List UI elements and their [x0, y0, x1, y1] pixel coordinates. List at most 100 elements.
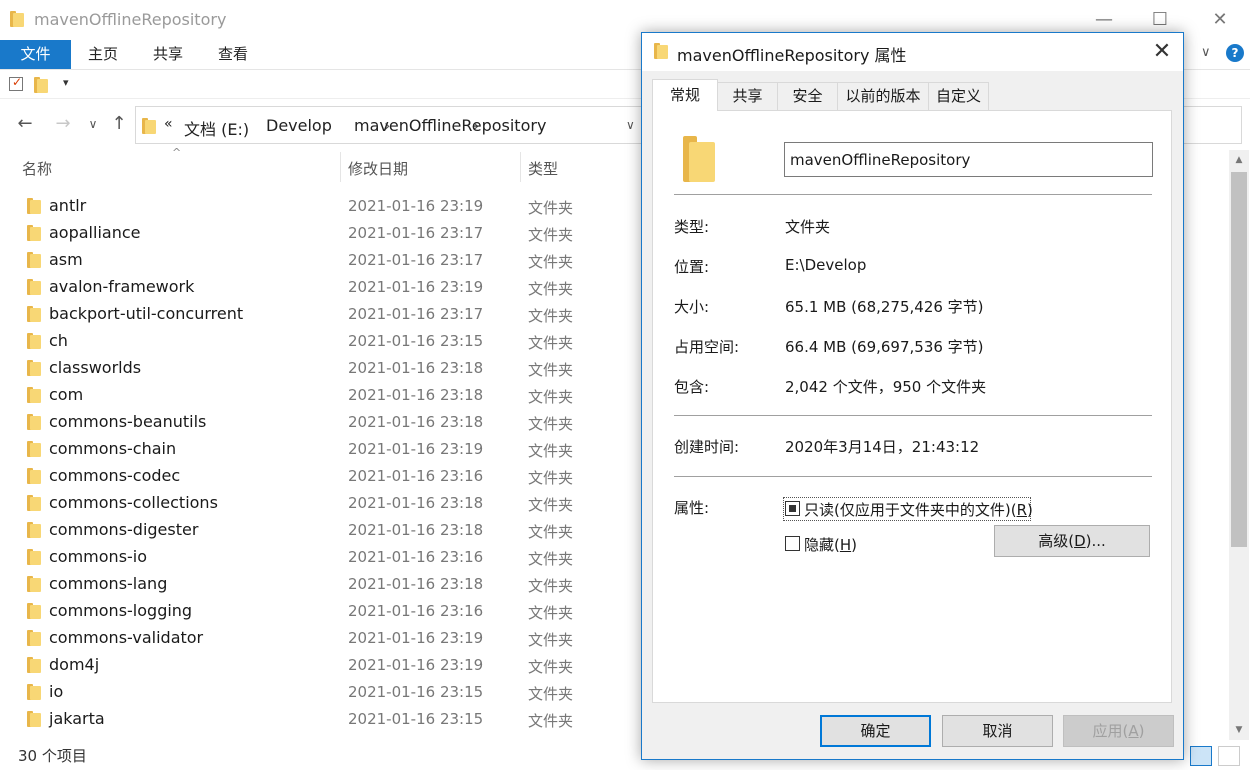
list-item[interactable]: commons-digester 2021-01-16 23:18 文件夹 — [0, 516, 640, 543]
type-value: 文件夹 — [785, 218, 831, 236]
list-item[interactable]: commons-codec 2021-01-16 23:16 文件夹 — [0, 462, 640, 489]
folder-name-input[interactable] — [784, 142, 1153, 177]
file-type: 文件夹 — [528, 415, 574, 433]
file-type: 文件夹 — [528, 469, 574, 487]
folder-icon — [27, 468, 41, 484]
folder-icon — [27, 387, 41, 403]
file-name: jakarta — [49, 709, 105, 728]
minimize-button[interactable]: — — [1084, 6, 1124, 34]
dialog-close-button[interactable]: ✕ — [1145, 37, 1179, 67]
size-on-disk-value: 66.4 MB (69,697,536 字节) — [785, 338, 984, 356]
column-divider[interactable] — [340, 152, 341, 182]
list-item[interactable]: commons-validator 2021-01-16 23:19 文件夹 — [0, 624, 640, 651]
tab-sharing[interactable]: 共享 — [717, 82, 778, 110]
properties-dialog: mavenOfflineRepository 属性 ✕ 常规 共享 安全 以前的… — [641, 32, 1184, 760]
search-box[interactable] — [1182, 106, 1242, 144]
list-item[interactable]: backport-util-concurrent 2021-01-16 23:17… — [0, 300, 640, 327]
address-overflow[interactable]: « — [164, 116, 173, 132]
file-name: commons-collections — [49, 493, 218, 512]
details-view-icon[interactable] — [1190, 746, 1212, 766]
folder-icon — [27, 603, 41, 619]
file-list: antlr 2021-01-16 23:19 文件夹 aopalliance 2021… — [0, 190, 640, 740]
new-folder-icon[interactable] — [34, 77, 48, 93]
tab-share[interactable]: 共享 — [143, 40, 193, 69]
scroll-up-icon[interactable]: ▲ — [1229, 150, 1249, 170]
breadcrumb-current[interactable]: mavenOfflineRepository — [354, 116, 546, 135]
tab-previous-versions[interactable]: 以前的版本 — [837, 82, 929, 110]
list-item[interactable]: commons-chain 2021-01-16 23:19 文件夹 — [0, 435, 640, 462]
file-date: 2021-01-16 23:15 — [348, 683, 484, 701]
column-name[interactable]: 名称 — [22, 158, 52, 179]
large-icons-view-icon[interactable] — [1218, 746, 1240, 766]
tab-general[interactable]: 常规 — [652, 79, 718, 111]
help-icon[interactable]: ? — [1226, 44, 1244, 62]
cancel-button[interactable]: 取消 — [942, 715, 1053, 747]
ok-button[interactable]: 确定 — [820, 715, 931, 747]
created-value: 2020年3月14日，21:43:12 — [785, 438, 980, 456]
file-name: com — [49, 385, 84, 404]
file-name: commons-lang — [49, 574, 168, 593]
column-divider[interactable] — [520, 152, 521, 182]
recent-locations-icon[interactable]: ∨ — [82, 112, 104, 136]
tab-home[interactable]: 主页 — [78, 40, 128, 69]
hidden-checkbox[interactable] — [785, 536, 800, 551]
scrollbar-thumb[interactable] — [1231, 172, 1247, 547]
list-item[interactable]: ch 2021-01-16 23:15 文件夹 — [0, 327, 640, 354]
list-item[interactable]: antlr 2021-01-16 23:19 文件夹 — [0, 192, 640, 219]
list-item[interactable]: jakarta 2021-01-16 23:15 文件夹 — [0, 705, 640, 732]
up-arrow-icon[interactable]: ↑ — [108, 112, 130, 136]
tab-file[interactable]: 文件 — [0, 40, 71, 69]
attributes-label: 属性: — [674, 499, 710, 517]
properties-icon[interactable]: ✓ — [9, 75, 23, 91]
column-date[interactable]: 修改日期 — [348, 158, 408, 179]
list-item[interactable]: aopalliance 2021-01-16 23:17 文件夹 — [0, 219, 640, 246]
file-type: 文件夹 — [528, 280, 574, 298]
dialog-title: mavenOfflineRepository 属性 — [677, 46, 907, 65]
folder-icon — [27, 441, 41, 457]
customize-toolbar-icon[interactable]: ▾ — [63, 76, 69, 89]
contains-label: 包含: — [674, 378, 710, 396]
tab-security[interactable]: 安全 — [777, 82, 838, 110]
list-item[interactable]: io 2021-01-16 23:15 文件夹 — [0, 678, 640, 705]
apply-button[interactable]: 应用(A) — [1063, 715, 1174, 747]
maximize-button[interactable]: ☐ — [1140, 6, 1180, 34]
list-item[interactable]: asm 2021-01-16 23:17 文件夹 — [0, 246, 640, 273]
readonly-checkbox[interactable] — [785, 501, 800, 516]
address-dropdown-icon[interactable]: ∨ — [626, 118, 635, 132]
close-button[interactable]: ✕ — [1200, 6, 1240, 34]
list-item[interactable]: commons-beanutils 2021-01-16 23:18 文件夹 — [0, 408, 640, 435]
chevron-down-icon[interactable]: ∨ — [1201, 45, 1211, 60]
list-item[interactable]: classworlds 2021-01-16 23:18 文件夹 — [0, 354, 640, 381]
folder-icon — [654, 43, 668, 59]
file-date: 2021-01-16 23:19 — [348, 197, 484, 215]
breadcrumb-develop[interactable]: Develop — [266, 116, 332, 135]
file-type: 文件夹 — [528, 388, 574, 406]
list-item[interactable]: com 2021-01-16 23:18 文件夹 — [0, 381, 640, 408]
file-list-scrollbar[interactable]: ▲ ▼ — [1229, 150, 1249, 740]
folder-icon — [683, 136, 715, 182]
list-item[interactable]: commons-collections 2021-01-16 23:18 文件夹 — [0, 489, 640, 516]
file-date: 2021-01-16 23:18 — [348, 413, 484, 431]
file-name: io — [49, 682, 64, 701]
file-name: backport-util-concurrent — [49, 304, 244, 323]
back-arrow-icon[interactable]: ← — [14, 112, 36, 136]
advanced-button[interactable]: 高级(D)... — [994, 525, 1150, 557]
list-item[interactable]: commons-io 2021-01-16 23:16 文件夹 — [0, 543, 640, 570]
folder-icon — [27, 684, 41, 700]
list-item[interactable]: dom4j 2021-01-16 23:19 文件夹 — [0, 651, 640, 678]
hidden-label: 隐藏(H) — [804, 536, 857, 554]
tab-view[interactable]: 查看 — [208, 40, 258, 69]
tab-customize[interactable]: 自定义 — [928, 82, 989, 110]
list-item[interactable]: commons-lang 2021-01-16 23:18 文件夹 — [0, 570, 640, 597]
list-item[interactable]: avalon-framework 2021-01-16 23:19 文件夹 — [0, 273, 640, 300]
created-label: 创建时间: — [674, 438, 740, 456]
breadcrumb-drive[interactable]: 文档 (E:) — [184, 116, 249, 140]
forward-arrow-icon[interactable]: → — [52, 112, 74, 136]
scroll-down-icon[interactable]: ▼ — [1229, 720, 1249, 740]
file-date: 2021-01-16 23:17 — [348, 251, 484, 269]
address-bar[interactable]: « 文档 (E:) › Develop › mavenOfflineReposi… — [135, 106, 645, 144]
file-name: antlr — [49, 196, 87, 215]
column-type[interactable]: 类型 — [528, 158, 558, 179]
file-date: 2021-01-16 23:15 — [348, 710, 484, 728]
list-item[interactable]: commons-logging 2021-01-16 23:16 文件夹 — [0, 597, 640, 624]
